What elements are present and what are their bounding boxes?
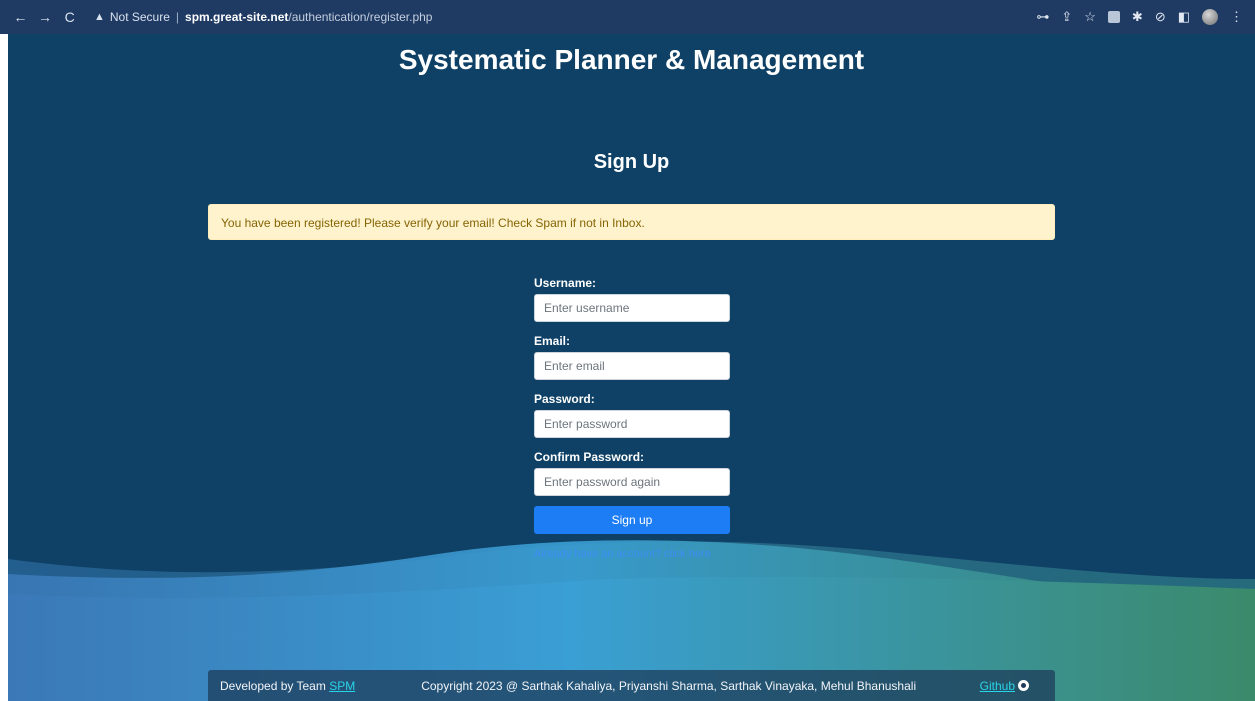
forward-icon[interactable]: →: [35, 6, 56, 28]
team-link[interactable]: SPM: [329, 679, 355, 693]
url-path: /authentication/register.php: [288, 10, 433, 24]
github-link[interactable]: Github: [980, 679, 1029, 693]
password-label: Password:: [534, 392, 595, 406]
footer: Developed by Team SPM Copyright 2023 @ S…: [208, 670, 1055, 701]
password-input[interactable]: [534, 410, 730, 438]
address-bar[interactable]: ▲ Not Secure | spm.great-site.net /authe…: [88, 5, 1036, 29]
registration-alert: You have been registered! Please verify …: [208, 204, 1055, 240]
signup-form: Username: Email: Password: Confirm Passw…: [534, 274, 730, 560]
browser-actions: ⊶ ⇪ ☆ ✱ ⊘ ◧ ⋮: [1036, 9, 1255, 25]
profile-avatar[interactable]: [1202, 9, 1219, 25]
sidebar-icon[interactable]: ◧: [1178, 9, 1190, 25]
browser-toolbar: ← → C ▲ Not Secure | spm.great-site.net …: [0, 0, 1255, 34]
form-title: Sign Up: [593, 151, 670, 173]
address-separator: |: [175, 10, 180, 24]
username-label: Username:: [534, 276, 597, 290]
key-icon[interactable]: ⊶: [1036, 9, 1049, 25]
site-title: Systematic Planner & Management: [398, 44, 865, 75]
username-input[interactable]: [534, 294, 730, 322]
security-label: Not Secure: [109, 10, 170, 24]
sync-icon[interactable]: ⊘: [1155, 9, 1166, 25]
warning-triangle-icon: ▲: [93, 11, 105, 23]
url-host: spm.great-site.net: [185, 10, 289, 24]
confirm-password-label: Confirm Password:: [534, 450, 645, 464]
extension-icon[interactable]: [1107, 11, 1120, 23]
puzzle-icon[interactable]: ✱: [1132, 9, 1143, 25]
login-link[interactable]: Already have an account? click here: [534, 548, 730, 560]
developed-by: Developed by Team SPM: [220, 679, 355, 693]
reload-icon[interactable]: C: [59, 6, 80, 28]
github-icon: [1018, 680, 1029, 691]
email-label: Email:: [534, 334, 571, 348]
share-icon[interactable]: ⇪: [1061, 9, 1072, 25]
signup-button[interactable]: Sign up: [534, 506, 730, 534]
page: Systematic Planner & Management Sign Up …: [8, 34, 1255, 701]
star-icon[interactable]: ☆: [1084, 9, 1096, 25]
developed-by-text: Developed by Team: [220, 678, 330, 693]
email-input[interactable]: [534, 352, 730, 380]
confirm-password-input[interactable]: [534, 468, 730, 496]
github-label: Github: [979, 678, 1015, 693]
back-icon[interactable]: ←: [10, 6, 31, 28]
copyright-text: Copyright 2023 @ Sarthak Kahaliya, Priya…: [421, 678, 917, 693]
menu-icon[interactable]: ⋮: [1230, 9, 1243, 25]
